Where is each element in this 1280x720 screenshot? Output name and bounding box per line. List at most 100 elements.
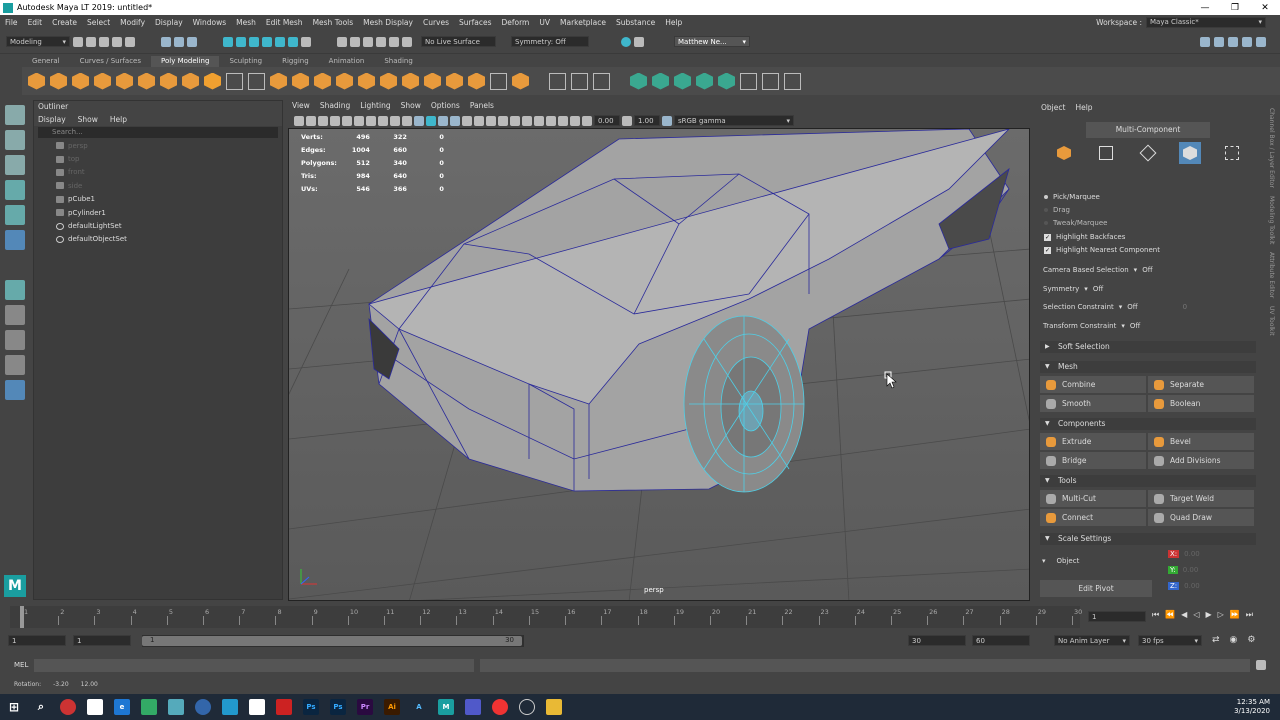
close-button[interactable]: ✕ [1250, 3, 1280, 13]
bridge-button[interactable]: Bridge [1040, 452, 1146, 469]
undo-icon[interactable] [112, 36, 122, 47]
xray-icon[interactable] [546, 115, 556, 126]
clock-app-icon[interactable] [519, 699, 535, 715]
combine-button[interactable]: Combine [1040, 376, 1146, 393]
outliner-item[interactable]: pCylinder1 [34, 206, 282, 219]
outliner-search-input[interactable]: Search... [38, 127, 278, 138]
resolution-gate-icon[interactable] [366, 115, 376, 126]
snap-projected-icon[interactable] [262, 36, 272, 47]
outliner-item[interactable]: side [34, 179, 282, 192]
record-app-icon[interactable] [60, 699, 76, 715]
fps-dropdown[interactable]: 30 fps ▾ [1138, 635, 1202, 646]
components-section-header[interactable]: Components [1040, 418, 1256, 430]
bevel-button[interactable]: Bevel [1148, 433, 1254, 450]
vertex-mode-icon[interactable] [1095, 142, 1117, 164]
mel-label[interactable]: MEL [14, 661, 28, 669]
step-back-key-icon[interactable]: ⏪ [1165, 610, 1175, 620]
select-camera-icon[interactable] [294, 115, 304, 126]
offset-loop-shelf-icon[interactable] [593, 72, 610, 90]
history-icon[interactable] [337, 36, 347, 47]
tools-section-header[interactable]: Tools [1040, 475, 1256, 487]
snap-curve-icon[interactable] [236, 36, 246, 47]
image-plane-icon[interactable] [330, 115, 340, 126]
viewport-menu-item[interactable]: Panels [470, 101, 494, 113]
menu-item[interactable]: Mesh [231, 18, 261, 27]
boolean-shelf-icon[interactable] [446, 72, 463, 90]
poly-cube-icon[interactable] [50, 72, 67, 90]
smooth-button[interactable]: Smooth [1040, 395, 1146, 412]
highlight-backfaces-checkbox[interactable]: ✓ Highlight Backfaces [1044, 233, 1125, 241]
add-divisions-button[interactable]: Add Divisions [1148, 452, 1254, 469]
side-tab[interactable]: Attribute Editor [1268, 252, 1275, 298]
file-app-icon[interactable] [249, 699, 265, 715]
tool-settings-toggle-icon[interactable] [1242, 36, 1252, 47]
play-backwards-icon[interactable]: ◁ [1193, 610, 1199, 620]
autodesk-icon[interactable]: A [411, 699, 427, 715]
tweak-marquee-option[interactable]: Tweak/Marquee [1044, 219, 1107, 227]
menu-item[interactable]: Deform [496, 18, 534, 27]
new-scene-icon[interactable] [73, 36, 83, 47]
snap-grid-icon[interactable] [223, 36, 233, 47]
start-frame-field[interactable]: 1 [8, 635, 66, 646]
shelf-tab[interactable]: General [22, 56, 70, 67]
multi-cut-shelf-icon[interactable] [490, 72, 507, 90]
maximize-button[interactable]: ❐ [1220, 3, 1250, 13]
menu-item[interactable]: Select [82, 18, 115, 27]
outliner-item[interactable]: front [34, 166, 282, 179]
object-mode-icon[interactable] [1053, 142, 1075, 164]
lock-icon[interactable] [301, 36, 311, 47]
outliner-menu-item[interactable]: Display [38, 115, 66, 124]
outliner-item[interactable]: defaultObjectSet [34, 233, 282, 246]
select-by-hierarchy-icon[interactable] [161, 36, 171, 47]
soft-selection-section[interactable]: Soft Selection [1040, 341, 1256, 353]
menu-item[interactable]: Create [47, 18, 82, 27]
camera-based-selection-row[interactable]: Camera Based Selection ▾ Off [1043, 266, 1153, 274]
edge-mode-icon[interactable] [1137, 142, 1159, 164]
poly-cone-icon[interactable] [94, 72, 111, 90]
script-editor-icon[interactable] [1256, 660, 1267, 670]
step-forward-key-icon[interactable]: ⏩ [1230, 610, 1240, 620]
select-by-object-icon[interactable] [174, 36, 184, 47]
boolean-button[interactable]: Boolean [1148, 395, 1254, 412]
scale-y-field[interactable]: Y: 0.00 [1168, 566, 1198, 574]
premiere-icon[interactable]: Pr [357, 699, 373, 715]
ipr-icon[interactable] [363, 36, 373, 47]
xray-joints-icon[interactable] [558, 115, 568, 126]
step-forward-frame-icon[interactable]: ▷ [1218, 610, 1224, 620]
menuset-dropdown[interactable]: Modeling ▾ [6, 36, 70, 47]
outliner-menu-item[interactable]: Help [110, 115, 127, 124]
pause-icon[interactable] [634, 36, 644, 47]
uv-cut-shelf-icon[interactable] [784, 72, 801, 90]
transform-constraint-row[interactable]: Transform Constraint ▾ Off [1043, 322, 1140, 330]
menu-item[interactable]: Marketplace [555, 18, 611, 27]
workspace-toggle-icon[interactable] [1200, 36, 1210, 47]
use-all-lights-icon[interactable] [462, 115, 472, 126]
viewport-menu-item[interactable]: Shading [320, 101, 350, 113]
hypershade-icon[interactable] [389, 36, 399, 47]
merge-shelf-icon[interactable] [402, 72, 419, 90]
insert-loop-shelf-icon[interactable] [571, 72, 588, 90]
field-chart-icon[interactable] [390, 115, 400, 126]
shelf-tab[interactable]: Poly Modeling [151, 56, 220, 67]
side-tab[interactable]: Channel Box / Layer Editor [1268, 108, 1275, 188]
auto-key-icon[interactable]: ◉ [1230, 635, 1238, 645]
anti-aliasing-icon[interactable] [510, 115, 520, 126]
step-back-frame-icon[interactable]: ◀ [1181, 610, 1187, 620]
poly-cylinder-icon[interactable] [72, 72, 89, 90]
menu-item[interactable]: UV [534, 18, 555, 27]
side-tab[interactable]: Modeling Toolkit [1268, 196, 1275, 244]
selection-constraint-row[interactable]: Selection Constraint ▾ Off 0 [1043, 303, 1187, 311]
menu-item[interactable]: Edit [23, 18, 48, 27]
axis-orientation-icon[interactable] [5, 280, 25, 300]
maya-taskbar-icon[interactable]: M [438, 699, 454, 715]
wireframe-on-shaded-icon[interactable] [438, 115, 448, 126]
single-perspective-layout-icon[interactable] [5, 305, 25, 325]
bookmark-icon[interactable] [318, 115, 328, 126]
teams-icon[interactable] [465, 699, 481, 715]
playback-start-field[interactable]: 1 [73, 635, 131, 646]
outliner-layout-icon[interactable] [5, 380, 25, 400]
menu-item[interactable]: Modify [115, 18, 150, 27]
current-frame-field[interactable]: 1 [1088, 611, 1146, 622]
pick-marquee-option[interactable]: Pick/Marquee [1044, 193, 1100, 201]
toolkit-menu-item[interactable]: Help [1075, 103, 1092, 112]
